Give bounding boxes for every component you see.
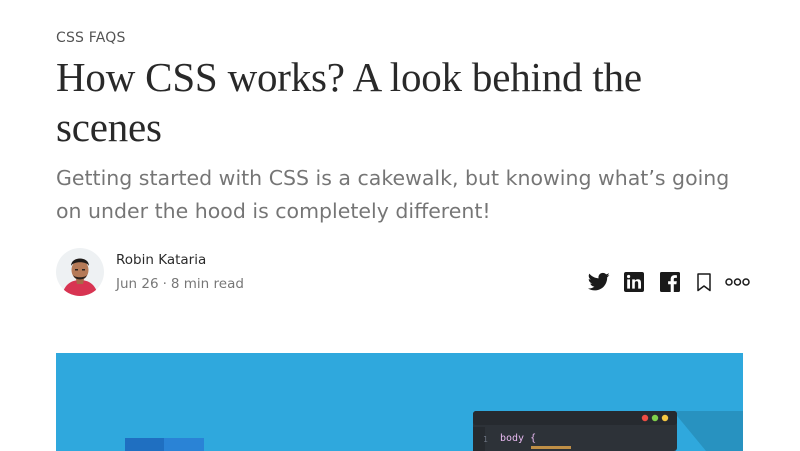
article-subtitle: Getting started with CSS is a cakewalk, … bbox=[56, 166, 730, 223]
hero-image: 1 body { bbox=[56, 353, 743, 451]
article-meta: Jun 26 · 8 min read bbox=[116, 276, 244, 292]
facebook-icon bbox=[660, 272, 680, 292]
css3-logo-highlight bbox=[164, 438, 204, 451]
window-dot-yellow bbox=[661, 414, 669, 422]
linkedin-icon bbox=[624, 272, 644, 292]
share-facebook-button[interactable] bbox=[659, 271, 681, 293]
article-title: How CSS works? A look behind the scenes bbox=[56, 54, 642, 150]
read-time: 8 min read bbox=[170, 276, 244, 292]
more-options-button[interactable] bbox=[724, 271, 750, 293]
share-twitter-button[interactable] bbox=[588, 271, 610, 293]
more-options-icon bbox=[724, 278, 750, 286]
author-name[interactable]: Robin Kataria bbox=[116, 252, 206, 268]
window-dot-green bbox=[651, 414, 659, 422]
share-linkedin-button[interactable] bbox=[623, 271, 645, 293]
code-line-number: 1 bbox=[483, 435, 488, 444]
bookmark-icon bbox=[697, 272, 711, 291]
window-dot-red bbox=[641, 414, 649, 422]
article-kicker[interactable]: CSS FAQS bbox=[56, 30, 126, 46]
publish-date[interactable]: Jun 26 bbox=[116, 276, 159, 292]
bookmark-button[interactable] bbox=[694, 271, 714, 293]
author-avatar[interactable] bbox=[56, 248, 104, 296]
meta-separator: · bbox=[162, 276, 167, 292]
code-token-blur bbox=[531, 446, 571, 449]
twitter-icon bbox=[588, 272, 610, 291]
code-text: body { bbox=[500, 433, 537, 444]
